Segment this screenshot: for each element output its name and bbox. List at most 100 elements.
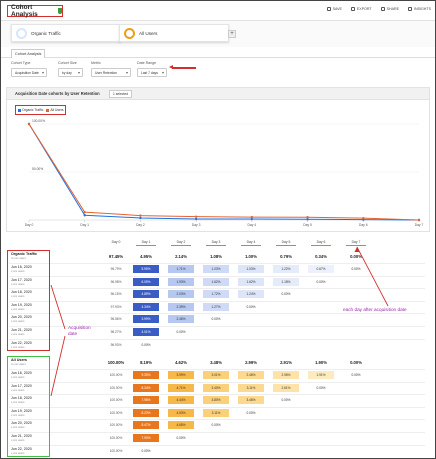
table-cell[interactable]: 0.00%	[238, 303, 264, 311]
segment-organic-traffic[interactable]: Organic Traffic	[11, 24, 121, 42]
cohort-size-select[interactable]: by day	[58, 68, 83, 77]
table-cell[interactable]: 5.95%	[133, 265, 159, 273]
table-cell[interactable]: 3.99%	[133, 315, 159, 324]
insights-icon	[408, 7, 413, 11]
table-cell[interactable]: 4.01%	[133, 328, 159, 336]
share-button[interactable]: SHARE	[380, 7, 399, 11]
table-cell[interactable]: 2.61%	[273, 383, 299, 392]
table-cell[interactable]: 0.00%	[133, 341, 159, 349]
table-cell[interactable]: 0.00%	[168, 328, 194, 336]
column-header[interactable]: Day 7	[346, 240, 366, 246]
export-button[interactable]: EXPORT	[350, 7, 372, 11]
table-cell[interactable]: 95.79%	[103, 265, 129, 273]
table-cell[interactable]: 9.35%	[133, 371, 159, 379]
column-header[interactable]: Day 5	[276, 240, 296, 246]
table-cell[interactable]: 1.62%	[238, 277, 264, 286]
table-cell[interactable]: 0.00%	[133, 447, 159, 455]
table-cell[interactable]: 0.00%	[343, 265, 369, 273]
table-cell[interactable]: 0.00%	[308, 278, 334, 286]
column-header[interactable]: Day 2	[171, 240, 191, 246]
legend-item-all-users[interactable]: All Users	[46, 108, 64, 112]
legend-item-organic[interactable]: Organic Traffic	[18, 108, 43, 112]
total-cell: 1.00%	[245, 254, 257, 259]
table-cell[interactable]: 0.00%	[273, 396, 299, 404]
table-cell[interactable]: 100.00%	[103, 409, 129, 417]
table-cell[interactable]: 3.11%	[203, 408, 229, 417]
table-cell[interactable]: 3.11%	[238, 383, 264, 392]
table-cell[interactable]: 1.18%	[273, 277, 299, 286]
save-button[interactable]: SAVE	[326, 7, 342, 11]
table-cell[interactable]: 7.90%	[133, 434, 159, 442]
column-header[interactable]: Day 0	[106, 240, 126, 244]
table-cell[interactable]: 8.34%	[133, 383, 159, 392]
insights-button[interactable]: INSIGHTS	[408, 7, 431, 11]
table-cell[interactable]: 0.00%	[168, 434, 194, 442]
table-cell[interactable]: 3.40%	[203, 383, 229, 392]
table-cell[interactable]: 2.96%	[273, 371, 299, 379]
table-cell[interactable]: 1.62%	[203, 277, 229, 286]
table-cell[interactable]: 3.46%	[238, 396, 264, 405]
table-cell[interactable]: 0.00%	[238, 409, 264, 417]
table-cell[interactable]: 1.22%	[273, 265, 299, 273]
table-cell[interactable]: 1.72%	[203, 290, 229, 299]
table-cell[interactable]: 96.93%	[103, 341, 129, 349]
table-cell[interactable]: 0.00%	[273, 290, 299, 298]
table-cell[interactable]: 1.91%	[308, 371, 334, 379]
table-cell[interactable]: 4.65%	[168, 421, 194, 430]
table-cell[interactable]: 96.98%	[103, 278, 129, 286]
table-cell[interactable]: 4.71%	[168, 383, 194, 392]
total-cell: 0.79%	[280, 254, 292, 259]
table-cell[interactable]: 100.00%	[103, 371, 129, 379]
table-cell[interactable]: 1.03%	[203, 265, 229, 273]
segment-all-users[interactable]: All Users	[119, 24, 229, 42]
table-cell[interactable]: 4.34%	[133, 302, 159, 311]
table-cell[interactable]: 100.00%	[103, 396, 129, 404]
data-point	[83, 210, 86, 214]
tab-bar: Cohort Analysis	[1, 47, 435, 58]
data-point	[250, 215, 254, 219]
table-cell[interactable]: 97.93%	[103, 303, 129, 311]
table-cell[interactable]: 100.00%	[103, 447, 129, 455]
table-cell[interactable]: 2.03%	[168, 290, 194, 299]
table-cell[interactable]: 2.39%	[168, 302, 194, 311]
column-header[interactable]: Day 3	[206, 240, 226, 246]
table-cell[interactable]: 1.71%	[168, 265, 194, 273]
cohort-type-select[interactable]: Acquisition Date	[11, 68, 47, 77]
table-cell[interactable]: 1.27%	[203, 302, 229, 311]
x-tick-label: Day 1	[80, 223, 89, 227]
date-range-select[interactable]: Last 7 days	[137, 68, 167, 77]
table-cell[interactable]: 6.09%	[133, 277, 159, 286]
table-cell[interactable]: 4.53%	[168, 408, 194, 417]
table-cell[interactable]: 8.23%	[133, 408, 159, 417]
column-header[interactable]: Day 4	[241, 240, 261, 246]
table-cell[interactable]: 8.47%	[133, 421, 159, 430]
share-icon	[380, 7, 385, 11]
table-cell[interactable]: 100.00%	[103, 421, 129, 429]
table-cell[interactable]: 0.00%	[343, 371, 369, 379]
table-cell[interactable]: 0.00%	[308, 384, 334, 392]
table-cell[interactable]: 3.80%	[203, 396, 229, 405]
table-cell[interactable]: 96.56%	[103, 315, 129, 323]
table-cell[interactable]: 4.44%	[168, 396, 194, 405]
table-cell[interactable]: 7.98%	[133, 396, 159, 405]
table-cell[interactable]: 0.00%	[203, 315, 229, 323]
table-cell[interactable]: 100.00%	[103, 384, 129, 392]
column-header[interactable]: Day 1	[136, 240, 156, 246]
table-cell[interactable]: 2.46%	[168, 315, 194, 324]
table-cell[interactable]: 100.00%	[103, 434, 129, 442]
table-cell[interactable]: 1.03%	[238, 265, 264, 273]
table-cell[interactable]: 1.24%	[238, 290, 264, 299]
table-cell[interactable]: 98.27%	[103, 328, 129, 336]
table-cell[interactable]: 1.93%	[168, 277, 194, 286]
column-header[interactable]: Day 6	[311, 240, 331, 246]
tab-cohort-analysis[interactable]: Cohort Analysis	[11, 49, 46, 58]
add-segment-button[interactable]: +	[228, 30, 236, 38]
table-cell[interactable]: 2.46%	[238, 371, 264, 379]
table-cell[interactable]: 0.67%	[308, 265, 334, 273]
metric-select[interactable]: User Retention	[91, 68, 131, 77]
table-cell[interactable]: 3.01%	[203, 371, 229, 379]
table-cell[interactable]: 4.89%	[133, 290, 159, 299]
table-cell[interactable]: 96.15%	[103, 290, 129, 298]
table-cell[interactable]: 0.00%	[203, 421, 229, 429]
table-cell[interactable]: 3.99%	[168, 371, 194, 379]
